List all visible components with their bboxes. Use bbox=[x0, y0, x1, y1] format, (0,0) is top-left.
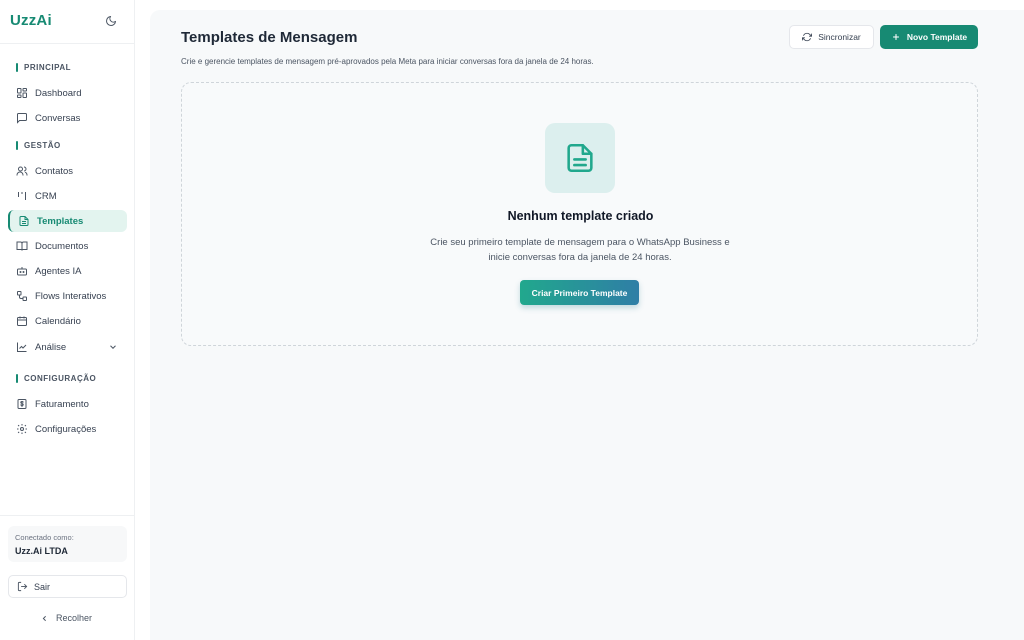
divider bbox=[0, 43, 135, 44]
connected-label: Conectado como: bbox=[15, 533, 74, 542]
sidebar-item-configuracoes[interactable]: Configurações bbox=[8, 418, 127, 440]
new-template-button[interactable]: Novo Template bbox=[880, 25, 978, 49]
chart-line-icon bbox=[15, 341, 28, 354]
page-title: Templates de Mensagem bbox=[181, 29, 358, 46]
theme-toggle-button[interactable] bbox=[102, 12, 120, 30]
receipt-icon bbox=[15, 398, 28, 411]
collapse-label: Recolher bbox=[56, 613, 93, 623]
empty-state-title: Nenhum template criado bbox=[507, 209, 654, 223]
sidebar-item-documentos[interactable]: Documentos bbox=[8, 235, 127, 257]
sidebar-item-label: Documentos bbox=[35, 240, 89, 252]
sidebar-item-label: Análise bbox=[35, 341, 67, 353]
sidebar-item-label: CRM bbox=[35, 190, 57, 202]
app-logo: UzzAi bbox=[10, 12, 52, 29]
logout-label: Sair bbox=[34, 581, 51, 592]
moon-icon bbox=[106, 16, 116, 26]
logout-button[interactable]: Sair bbox=[8, 575, 127, 598]
dashboard-icon bbox=[15, 87, 28, 100]
bot-icon bbox=[15, 265, 28, 278]
sidebar-item-label: Templates bbox=[37, 215, 84, 227]
connected-name: Uzz.Ai LTDA bbox=[15, 546, 68, 556]
sidebar-item-contatos[interactable]: Contatos bbox=[8, 160, 127, 182]
empty-state-description: Crie seu primeiro template de mensagem p… bbox=[430, 237, 730, 263]
sidebar-item-dashboard[interactable]: Dashboard bbox=[8, 82, 127, 104]
sync-label: Sincronizar bbox=[818, 32, 861, 42]
chat-icon bbox=[15, 112, 28, 125]
sync-button[interactable]: Sincronizar bbox=[789, 25, 874, 49]
section-label-principal: PRINCIPAL bbox=[16, 63, 71, 72]
gear-icon bbox=[15, 423, 28, 436]
sidebar-item-label: Dashboard bbox=[35, 87, 82, 99]
create-first-template-button[interactable]: Criar Primeiro Template bbox=[520, 280, 639, 305]
sidebar-item-label: Contatos bbox=[35, 165, 74, 177]
file-text-icon bbox=[17, 215, 30, 228]
refresh-icon bbox=[802, 32, 813, 42]
calendar-icon bbox=[15, 315, 28, 328]
new-template-label: Novo Template bbox=[906, 32, 968, 42]
page-subtitle: Crie e gerencie templates de mensagem pr… bbox=[181, 57, 594, 66]
empty-state-icon-container bbox=[545, 123, 615, 193]
section-label-gestao: GESTÃO bbox=[16, 141, 61, 150]
users-icon bbox=[15, 165, 28, 178]
sidebar-item-label: Faturamento bbox=[35, 398, 89, 410]
sidebar-item-flows-interativos[interactable]: Flows Interativos bbox=[8, 285, 127, 307]
flow-icon bbox=[15, 290, 28, 303]
file-text-icon bbox=[567, 143, 593, 173]
sidebar-item-label: Conversas bbox=[35, 112, 81, 124]
sidebar-item-faturamento[interactable]: Faturamento bbox=[8, 393, 127, 415]
sidebar-item-label: Flows Interativos bbox=[35, 290, 107, 302]
sidebar-item-label: Calendário bbox=[35, 315, 81, 327]
sidebar: UzzAi PRINCIPAL Dashboard Conversas GEST… bbox=[0, 0, 135, 640]
sidebar-item-label: Configurações bbox=[35, 423, 97, 435]
kanban-icon bbox=[15, 190, 28, 203]
chevron-left-icon bbox=[42, 615, 46, 621]
sidebar-item-crm[interactable]: CRM bbox=[8, 185, 127, 207]
sidebar-item-agentes-ia[interactable]: Agentes IA bbox=[8, 260, 127, 282]
main-content: Templates de Mensagem Crie e gerencie te… bbox=[150, 10, 1024, 640]
divider bbox=[0, 515, 135, 516]
sidebar-item-label: Agentes IA bbox=[35, 265, 82, 277]
sidebar-item-conversas[interactable]: Conversas bbox=[8, 107, 127, 129]
book-icon bbox=[15, 240, 28, 253]
empty-state-card: Nenhum template criado Crie seu primeiro… bbox=[181, 82, 978, 346]
logout-icon bbox=[17, 581, 28, 592]
sidebar-item-analise[interactable]: Análise bbox=[8, 336, 127, 358]
sidebar-item-templates[interactable]: Templates bbox=[8, 210, 127, 232]
chevron-down-icon bbox=[110, 345, 116, 349]
connected-account: Conectado como: Uzz.Ai LTDA bbox=[8, 526, 127, 562]
collapse-sidebar-button[interactable]: Recolher bbox=[40, 613, 92, 623]
sidebar-item-calendario[interactable]: Calendário bbox=[8, 310, 127, 332]
section-label-configuracao: CONFIGURAÇÃO bbox=[16, 374, 96, 383]
plus-icon bbox=[892, 34, 899, 40]
